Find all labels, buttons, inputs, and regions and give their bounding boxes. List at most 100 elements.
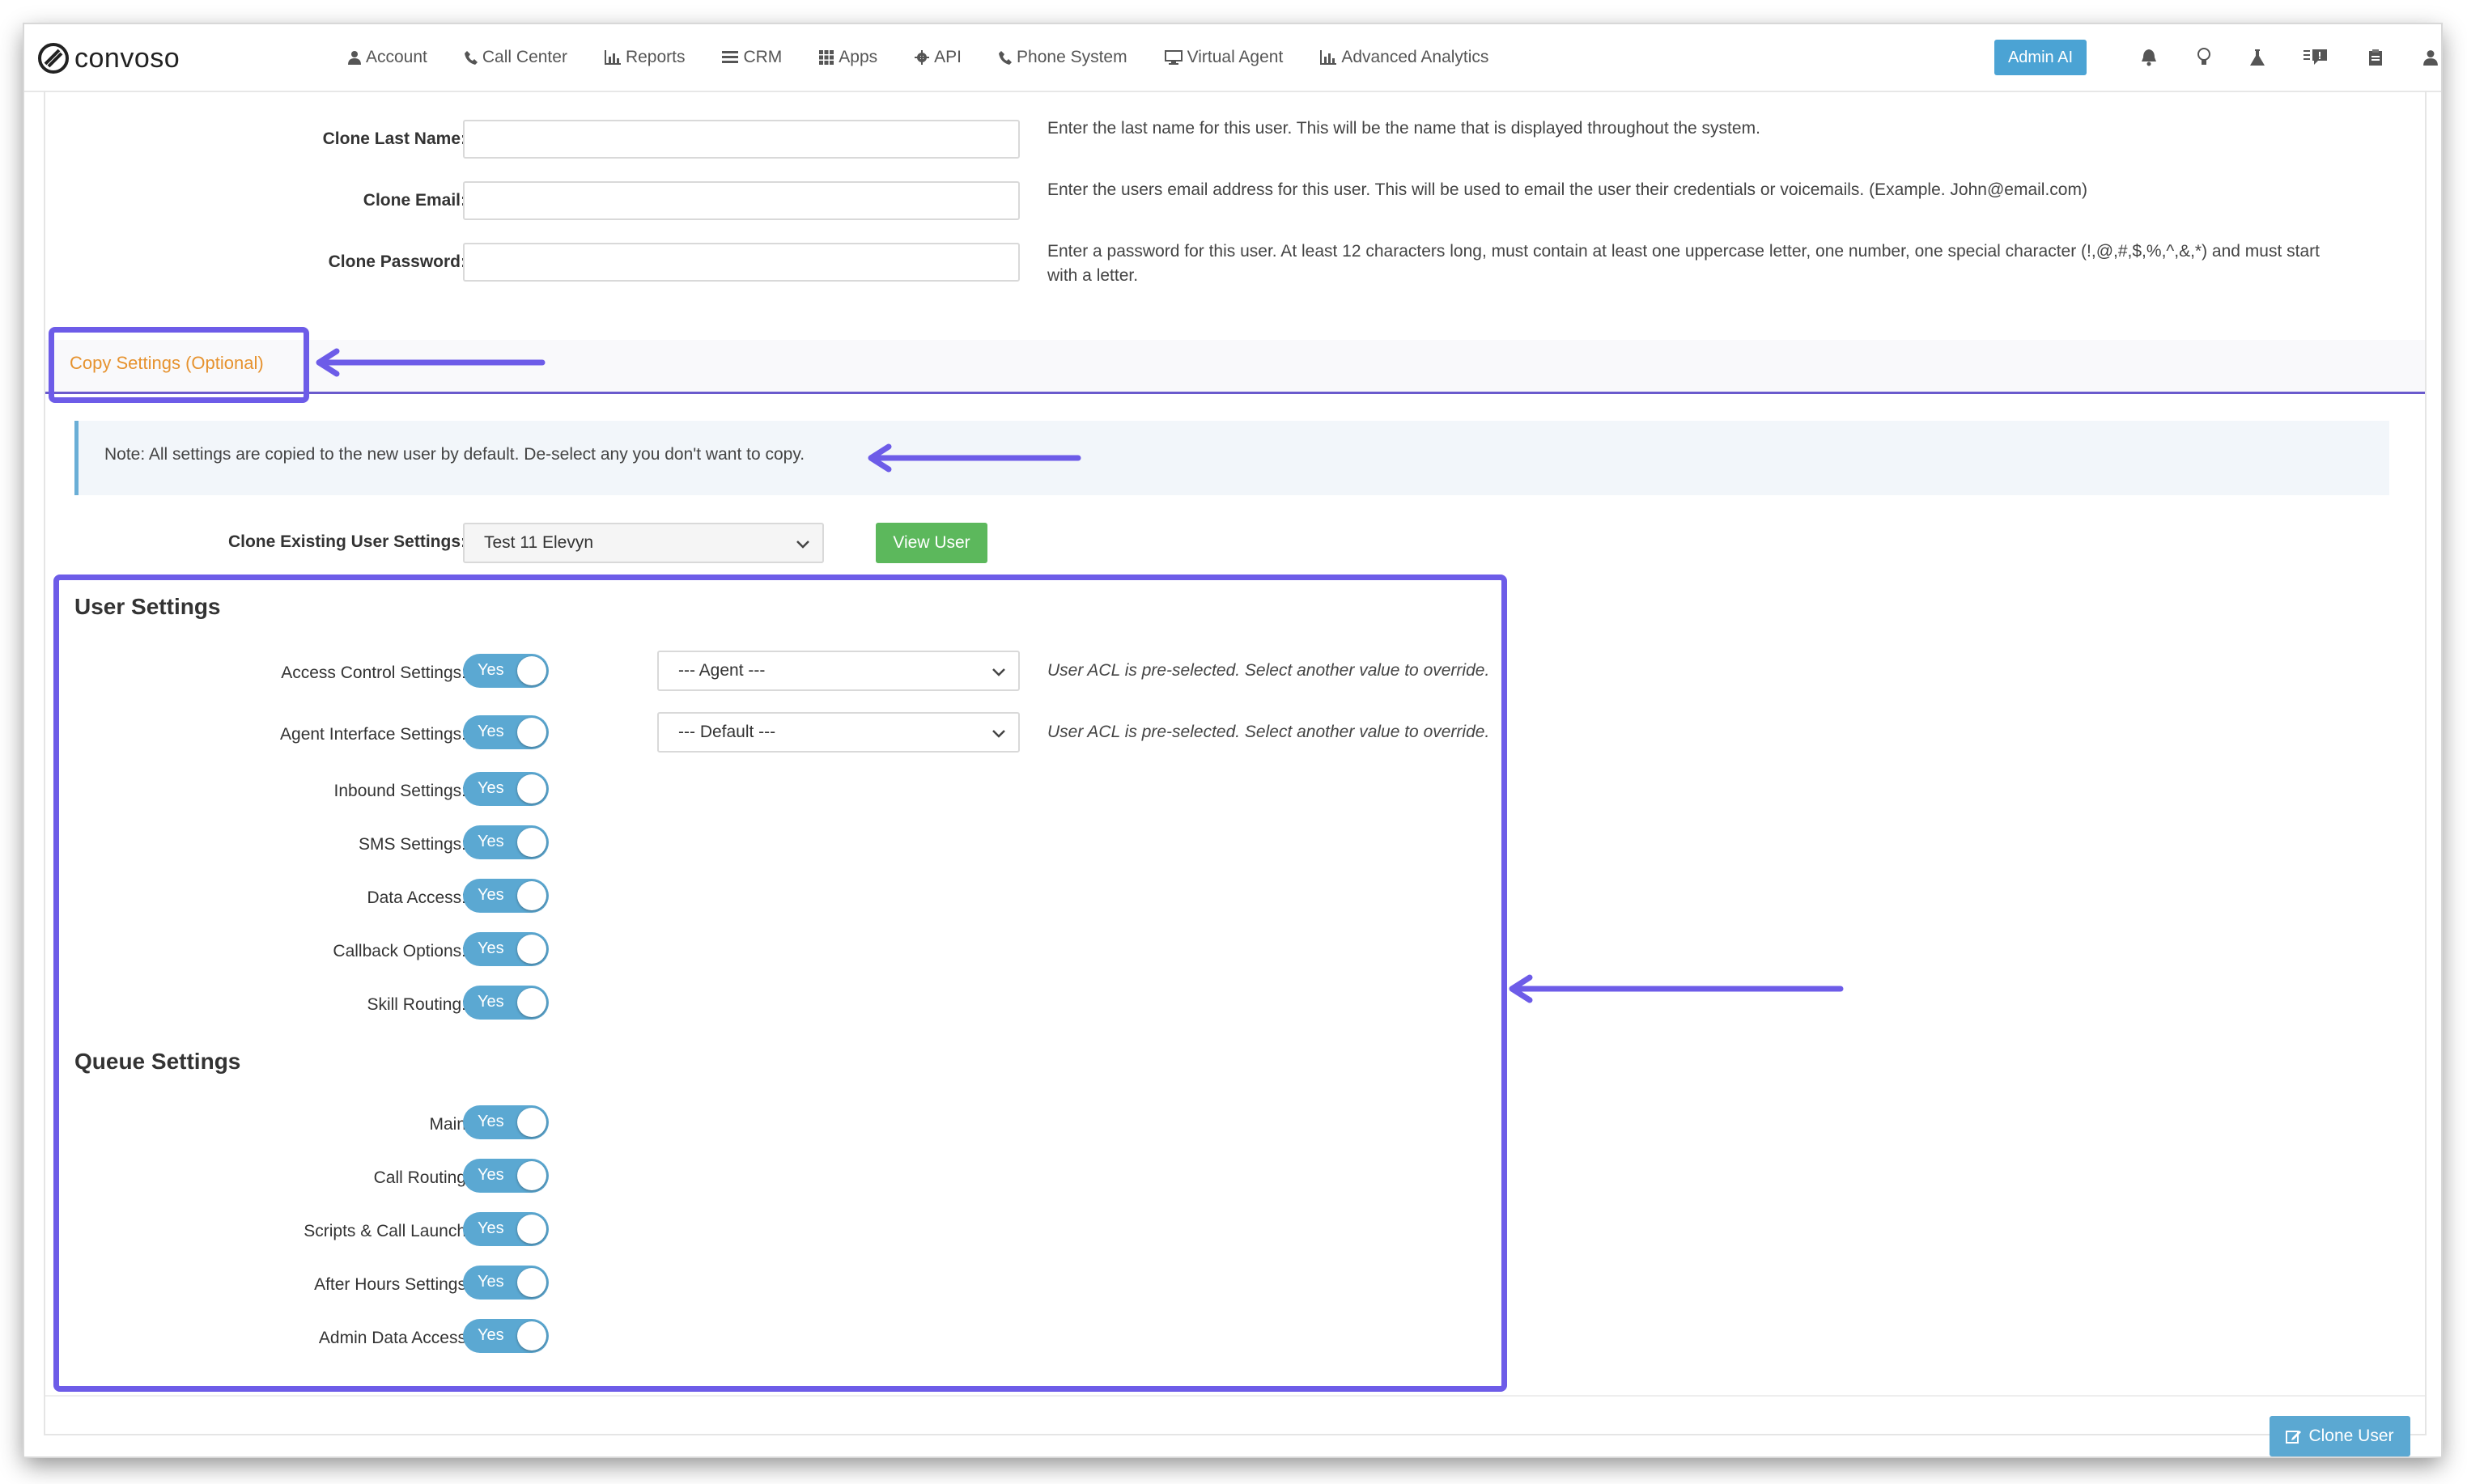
- clone-user-button[interactable]: Clone User: [2270, 1416, 2410, 1456]
- clone-last-name-help: Enter the last name for this user. This …: [1047, 119, 1760, 138]
- user-icon[interactable]: [2418, 45, 2441, 70]
- access-control-help: User ACL is pre-selected. Select another…: [1047, 661, 1490, 680]
- access-control-select[interactable]: --- Agent ---: [657, 651, 1020, 691]
- toggle-label: Yes: [478, 939, 504, 957]
- toggle-knob: [517, 1108, 546, 1137]
- chevron-down-icon: [992, 730, 1005, 738]
- toggle-label: Yes: [478, 661, 504, 679]
- nav-account[interactable]: Account: [348, 48, 427, 67]
- inbound-settings-toggle[interactable]: Yes: [463, 772, 549, 806]
- clone-password-help-line1: Enter a password for this user. At least…: [1047, 242, 2320, 261]
- nav-api[interactable]: API: [915, 48, 962, 67]
- nav-call-center-label: Call Center: [482, 48, 567, 66]
- list-icon: [722, 51, 739, 63]
- nav-apps[interactable]: Apps: [819, 48, 877, 67]
- clone-last-name-input[interactable]: [463, 120, 1020, 159]
- clone-user-label: Clone User: [2308, 1427, 2394, 1445]
- clone-password-label: Clone Password:: [328, 252, 466, 271]
- clone-user-form: Clone Last Name: Enter the last name for…: [44, 91, 2427, 1456]
- clone-email-help: Enter the users email address for this u…: [1047, 180, 2087, 199]
- chevron-down-icon: [992, 668, 1005, 676]
- agent-interface-select[interactable]: --- Default ---: [657, 712, 1020, 753]
- message-icon[interactable]: [2304, 45, 2328, 70]
- grid-icon: [819, 50, 834, 65]
- queue-settings-title: Queue Settings: [74, 1049, 241, 1074]
- clone-password-help-line2: with a letter.: [1047, 266, 1139, 285]
- main-menu: Account Call Center Reports CRM Apps API: [348, 24, 1526, 91]
- nav-crm[interactable]: CRM: [722, 48, 782, 67]
- admin-data-access-toggle[interactable]: Yes: [463, 1319, 549, 1353]
- view-user-button[interactable]: View User: [876, 523, 987, 563]
- toggle-label: Yes: [478, 723, 504, 740]
- agent-interface-help: User ACL is pre-selected. Select another…: [1047, 723, 1490, 741]
- toggle-label: Yes: [478, 1113, 504, 1130]
- nav-phone-system[interactable]: Phone System: [999, 48, 1127, 67]
- toggle-label: Yes: [478, 1326, 504, 1344]
- callback-options-toggle[interactable]: Yes: [463, 932, 549, 966]
- bell-icon[interactable]: [2137, 45, 2161, 70]
- toggle-knob: [517, 828, 546, 857]
- logo-text: convoso: [74, 42, 180, 74]
- toggle-knob: [517, 656, 546, 685]
- arrow-left-icon: [868, 443, 1081, 473]
- after-hours-toggle[interactable]: Yes: [463, 1266, 549, 1300]
- toggle-label: Yes: [478, 1273, 504, 1291]
- browser-window: convoso Account Call Center Reports CRM …: [24, 24, 2441, 1456]
- nav-advanced-analytics[interactable]: Advanced Analytics: [1320, 48, 1488, 67]
- convoso-logo[interactable]: convoso: [37, 42, 180, 74]
- access-control-toggle[interactable]: Yes: [463, 654, 549, 688]
- clone-email-input[interactable]: [463, 181, 1020, 220]
- toggle-knob: [517, 1321, 546, 1350]
- nav-advanced-analytics-label: Advanced Analytics: [1341, 48, 1489, 66]
- clone-existing-select[interactable]: Test 11 Elevyn: [463, 523, 824, 563]
- arrow-left-icon: [1509, 974, 1844, 1003]
- callback-options-label: Callback Options:: [333, 942, 466, 960]
- after-hours-label: After Hours Settings: [314, 1275, 466, 1294]
- agent-interface-toggle[interactable]: Yes: [463, 715, 549, 749]
- data-access-label: Data Access:: [367, 888, 466, 907]
- admin-data-access-label: Admin Data Access: [318, 1329, 466, 1347]
- scripts-call-launch-label: Scripts & Call Launch: [304, 1222, 466, 1240]
- toggle-label: Yes: [478, 1219, 504, 1237]
- phone-icon: [464, 51, 478, 65]
- queue-main-label: Main: [429, 1115, 466, 1134]
- toggle-knob: [517, 774, 546, 803]
- nav-call-center[interactable]: Call Center: [464, 48, 567, 67]
- highlight-box-copy-settings: [49, 327, 309, 403]
- nav-virtual-agent-label: Virtual Agent: [1187, 48, 1284, 66]
- scripts-call-launch-toggle[interactable]: Yes: [463, 1212, 549, 1246]
- call-routing-label: Call Routing: [373, 1168, 466, 1187]
- agent-interface-select-value: --- Default ---: [678, 723, 776, 741]
- nav-phone-system-label: Phone System: [1017, 48, 1127, 66]
- toggle-knob: [517, 881, 546, 910]
- footer-divider: [45, 1395, 2425, 1397]
- nav-apps-label: Apps: [839, 48, 878, 66]
- convoso-logo-icon: [38, 43, 69, 74]
- monitor-icon: [1164, 50, 1183, 65]
- toggle-knob: [517, 718, 546, 747]
- nav-virtual-agent[interactable]: Virtual Agent: [1164, 48, 1284, 67]
- clone-email-label: Clone Email:: [363, 191, 466, 210]
- inbound-settings-label: Inbound Settings:: [333, 782, 466, 800]
- top-navbar: convoso Account Call Center Reports CRM …: [24, 24, 2441, 92]
- lightbulb-icon[interactable]: [2192, 45, 2216, 70]
- nav-reports[interactable]: Reports: [604, 48, 685, 67]
- info-note-text: Note: All settings are copied to the new…: [104, 445, 805, 464]
- gear-icon: [915, 50, 930, 65]
- flask-icon[interactable]: [2245, 45, 2270, 70]
- clone-last-name-label: Clone Last Name:: [322, 129, 466, 148]
- queue-main-toggle[interactable]: Yes: [463, 1105, 549, 1139]
- toggle-label: Yes: [478, 993, 504, 1011]
- nav-account-label: Account: [366, 48, 427, 66]
- nav-api-label: API: [934, 48, 962, 66]
- clipboard-icon[interactable]: [2363, 45, 2388, 70]
- clone-password-input[interactable]: [463, 243, 1020, 282]
- skill-routing-toggle[interactable]: Yes: [463, 986, 549, 1020]
- sms-settings-toggle[interactable]: Yes: [463, 825, 549, 859]
- data-access-toggle[interactable]: Yes: [463, 879, 549, 913]
- nav-crm-label: CRM: [743, 48, 783, 66]
- call-routing-toggle[interactable]: Yes: [463, 1159, 549, 1193]
- admin-ai-button[interactable]: Admin AI: [1994, 40, 2087, 75]
- toggle-knob: [517, 935, 546, 964]
- sms-settings-label: SMS Settings:: [358, 835, 466, 854]
